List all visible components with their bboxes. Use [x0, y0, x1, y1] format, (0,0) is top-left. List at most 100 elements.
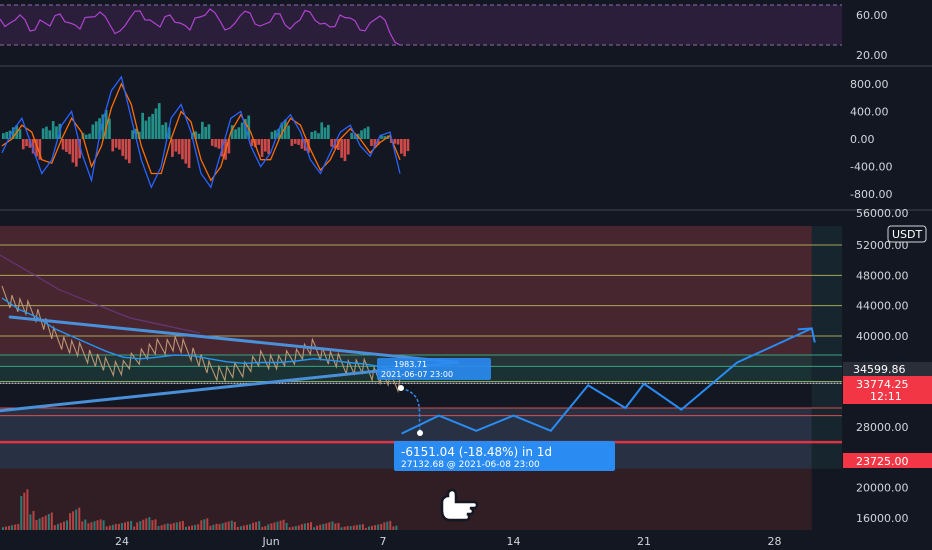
- macd-histogram-bar: [210, 139, 214, 146]
- volume-bar: [279, 520, 282, 530]
- volume-bar: [307, 522, 309, 530]
- macd-histogram-bar: [300, 139, 304, 149]
- volume-bar: [72, 511, 75, 530]
- volume-bar: [261, 526, 264, 530]
- macd-histogram-bar: [18, 129, 22, 139]
- macd-histogram-bar: [41, 128, 45, 139]
- macd-histogram-bar: [323, 127, 327, 139]
- volume-bar: [191, 525, 194, 530]
- volume-bar: [343, 526, 346, 530]
- volume-bar: [352, 525, 355, 530]
- volume-bar: [319, 524, 322, 530]
- macd-histogram-bar: [400, 139, 403, 154]
- volume-bar: [380, 523, 383, 530]
- volume-bar: [133, 526, 136, 530]
- volume-bar: [361, 524, 364, 530]
- macd-histogram-bar: [124, 139, 128, 160]
- volume-bar: [81, 521, 84, 530]
- price-tick-label: 20000.00: [856, 482, 909, 495]
- volume-bar: [32, 511, 35, 530]
- volume-bar: [215, 523, 218, 530]
- volume-bar: [124, 522, 126, 530]
- volume-bar: [218, 524, 221, 530]
- chart-canvas[interactable]: 60.00 20.00 800.00 400.00 0.00 -400.00 -800.0…: [0, 0, 932, 550]
- volume-bar: [166, 523, 169, 530]
- macd-histogram-bar: [293, 139, 297, 144]
- x-tick-label: 14: [507, 535, 521, 548]
- macd-histogram-bar: [65, 139, 68, 152]
- volume-bar: [175, 522, 178, 530]
- macd-histogram-bar: [154, 108, 158, 139]
- volume-bar: [99, 519, 102, 530]
- volume-bar: [17, 523, 20, 530]
- macd-histogram-bar: [204, 126, 207, 139]
- macd-histogram-bar: [370, 139, 373, 146]
- volume-bar: [346, 526, 349, 530]
- measure-end-point: [417, 430, 423, 436]
- volume-bar: [120, 523, 123, 530]
- macd-histogram-bar: [264, 139, 267, 152]
- macd-histogram-bar: [61, 139, 65, 150]
- countdown-label: 12:11: [870, 390, 902, 403]
- macd-histogram-bar: [290, 139, 294, 146]
- extension-zone: [811, 226, 842, 469]
- macd-histogram-bar: [350, 132, 353, 139]
- macd-histogram-bar: [297, 139, 300, 145]
- macd-histogram-bar: [393, 139, 397, 144]
- support-label: 23725.00: [856, 455, 909, 468]
- price-tick-label: 48000.00: [856, 269, 909, 282]
- macd-histogram-bar: [144, 120, 148, 139]
- macd-histogram-bar: [287, 125, 290, 139]
- volume-bar: [23, 492, 26, 530]
- macd-histogram-bar: [270, 131, 274, 139]
- macd-histogram-bar: [340, 139, 343, 158]
- volume-bar: [337, 522, 340, 530]
- macd-histogram-bar: [2, 133, 5, 139]
- volume-zone: [0, 468, 812, 530]
- volume-bar: [331, 521, 334, 530]
- macd-histogram-bar: [5, 132, 8, 139]
- volume-bar: [230, 520, 233, 530]
- price-tick-label: 44000.00: [856, 300, 909, 313]
- volume-bar: [69, 513, 72, 530]
- volume-bar: [242, 525, 245, 530]
- last-price-label: 34599.86: [853, 363, 906, 376]
- volume-bar: [273, 522, 276, 530]
- volume-bar: [102, 520, 105, 531]
- macd-histogram-bar: [197, 133, 201, 139]
- macd-histogram-bar: [184, 139, 188, 164]
- volume-bar: [303, 523, 306, 530]
- volume-bar: [47, 514, 50, 530]
- volume-bar: [233, 521, 236, 530]
- volume-bar: [297, 525, 300, 530]
- volume-bar: [209, 525, 212, 530]
- volume-bar: [8, 525, 11, 530]
- volume-bar: [377, 524, 380, 530]
- macd-histogram-bar: [55, 126, 58, 139]
- volume-bar: [334, 523, 337, 530]
- macd-histogram-bar: [396, 139, 400, 145]
- macd-histogram-bar: [51, 121, 55, 139]
- macd-tick-label: 0.00: [850, 133, 875, 146]
- volume-bar: [59, 522, 62, 530]
- volume-bar: [157, 526, 160, 530]
- macd-histogram-bar: [177, 139, 181, 155]
- volume-bar: [185, 526, 187, 530]
- volume-bar: [294, 526, 297, 530]
- macd-histogram-bar: [360, 130, 363, 139]
- price-tick-label: 28000.00: [856, 421, 909, 434]
- volume-bar: [349, 526, 352, 530]
- volume-bar: [258, 521, 261, 530]
- volume-bar: [325, 523, 328, 530]
- macd-histogram-bar: [174, 139, 178, 152]
- volume-bar: [200, 520, 203, 530]
- volume-bar: [252, 522, 255, 530]
- chart-root: 60.00 20.00 800.00 400.00 0.00 -400.00 -800.0…: [0, 0, 932, 550]
- volume-bar: [264, 526, 267, 530]
- volume-bar: [227, 521, 230, 530]
- macd-histogram-bar: [45, 126, 48, 139]
- x-tick-label: Jun: [262, 535, 280, 548]
- volume-bar: [288, 527, 291, 530]
- volume-bar: [291, 526, 294, 530]
- macd-histogram-bar: [234, 129, 237, 139]
